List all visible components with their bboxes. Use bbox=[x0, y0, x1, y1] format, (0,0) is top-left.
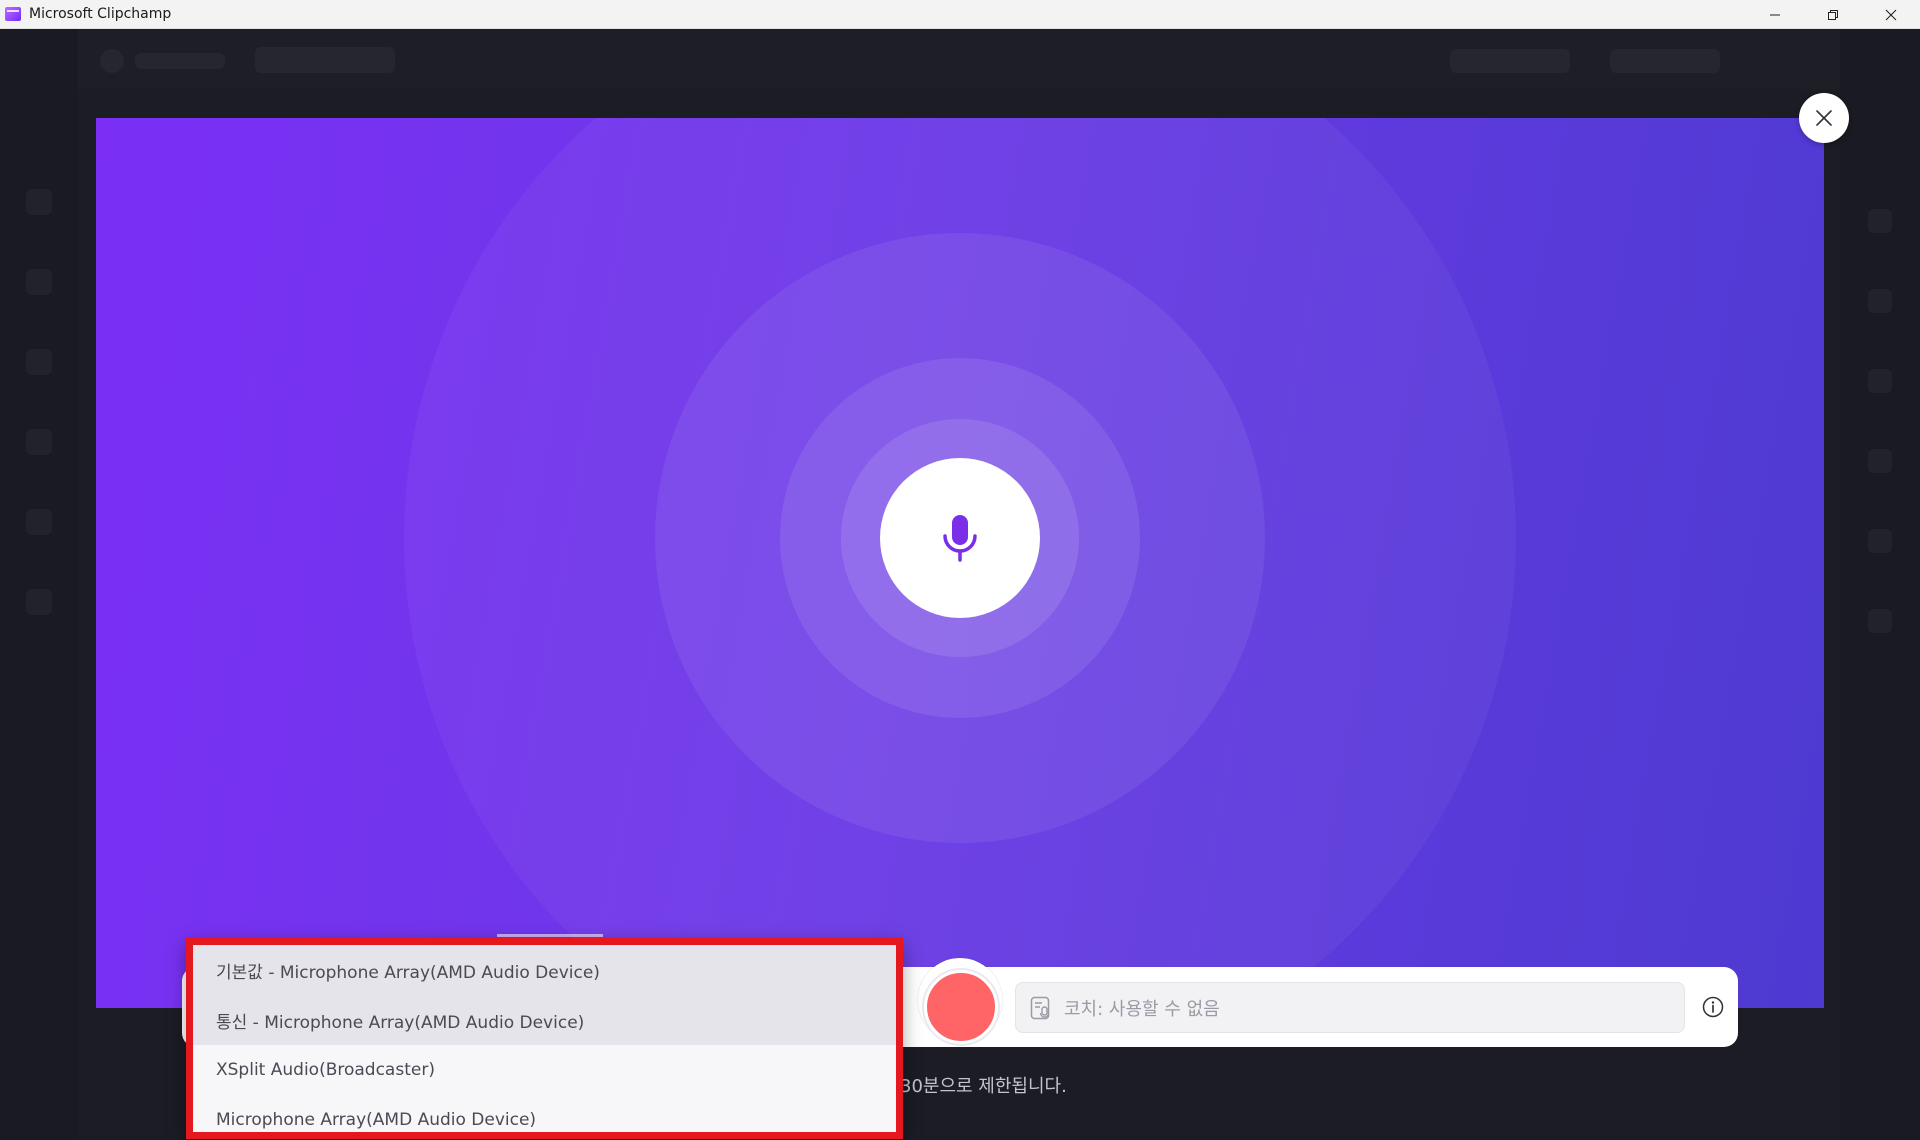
dropdown-anchor bbox=[497, 934, 603, 937]
window-titlebar: Microsoft Clipchamp bbox=[0, 0, 1920, 29]
microphone-option[interactable]: XSplit Audio(Broadcaster) bbox=[193, 1045, 896, 1095]
microphone-option[interactable]: Microphone Array(AMD Audio Device) bbox=[193, 1095, 896, 1132]
info-button[interactable] bbox=[1700, 994, 1726, 1020]
restore-button[interactable] bbox=[1804, 0, 1862, 29]
editor-left-rail-dimmed bbox=[0, 29, 78, 1140]
record-button[interactable] bbox=[924, 970, 998, 1044]
microphone-indicator bbox=[880, 458, 1040, 618]
close-icon bbox=[1816, 110, 1832, 126]
editor-right-rail-dimmed bbox=[1840, 29, 1920, 1140]
clipchamp-logo-icon bbox=[5, 7, 21, 21]
audio-recording-stage bbox=[96, 118, 1824, 1008]
info-icon bbox=[1702, 996, 1724, 1018]
speaker-coach-placeholder: 코치: 사용할 수 없음 bbox=[1064, 998, 1220, 1020]
microphone-select-dropdown: 기본값 - Microphone Array(AMD Audio Device)… bbox=[186, 938, 903, 1139]
microphone-icon bbox=[943, 515, 977, 562]
microphone-option[interactable]: 통신 - Microphone Array(AMD Audio Device) bbox=[193, 995, 896, 1045]
recording-limit-note: 30분으로 제한됩니다. bbox=[900, 1076, 1067, 1097]
microphone-option[interactable]: 기본값 - Microphone Array(AMD Audio Device) bbox=[193, 945, 896, 995]
close-window-button[interactable] bbox=[1862, 0, 1920, 29]
speaker-coach-icon bbox=[1030, 996, 1050, 1019]
window-controls bbox=[1746, 0, 1920, 29]
close-recorder-button[interactable] bbox=[1799, 93, 1849, 143]
restore-icon bbox=[1828, 9, 1838, 20]
minimize-icon bbox=[1770, 14, 1780, 15]
close-window-icon bbox=[1885, 9, 1897, 20]
window-title: Microsoft Clipchamp bbox=[29, 6, 172, 22]
speaker-coach-field[interactable]: 코치: 사용할 수 없음 bbox=[1015, 982, 1685, 1033]
minimize-button[interactable] bbox=[1746, 0, 1804, 29]
editor-topbar-dimmed bbox=[0, 29, 1920, 89]
